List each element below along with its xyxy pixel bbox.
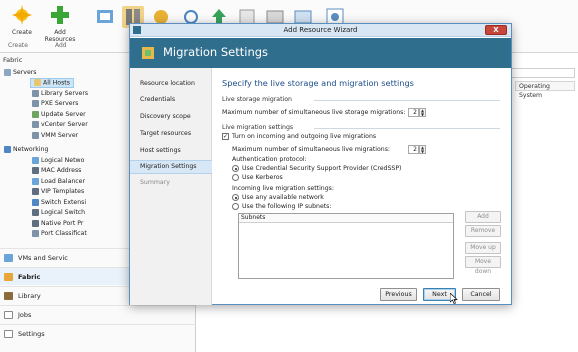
live-migration-divider <box>314 128 500 129</box>
live-migration-section-label: Live migration settings <box>222 124 294 131</box>
logical-switch-icon <box>32 208 39 216</box>
tree-item-port-classifications[interactable]: Port Classificat <box>32 229 87 239</box>
tree-item-servers[interactable]: Servers <box>4 68 37 78</box>
subnets-list[interactable]: Subnets <box>238 213 454 279</box>
tree-item-library-servers[interactable]: Library Servers <box>32 89 88 99</box>
add-resources-label: Add Resources <box>44 29 76 43</box>
tree-item-vmm-server[interactable]: VMM Server <box>32 131 78 141</box>
tree-item-all-hosts[interactable]: All Hosts <box>30 78 74 88</box>
plus-icon <box>51 6 69 24</box>
add-resource-wizard: Add Resource Wizard X Migration Settings… <box>129 23 512 305</box>
vms-icon <box>4 254 13 262</box>
enable-live-migration-label[interactable]: Turn on incoming and outgoing live migra… <box>232 133 376 140</box>
create-label: Create <box>12 29 32 36</box>
auth-protocol-label: Authentication protocol: <box>232 156 307 163</box>
tree-item-mac-address[interactable]: MAC Address <box>32 166 81 176</box>
mouse-cursor-icon <box>450 293 458 304</box>
ribbon-group-create: Create <box>8 42 28 49</box>
tree-item-pxe-servers[interactable]: PXE Servers <box>32 99 78 109</box>
wizard-header: Migration Settings <box>130 38 511 68</box>
close-button[interactable]: X <box>485 25 507 35</box>
step-summary: Summary <box>140 179 170 186</box>
incoming-settings-label: Incoming live migration settings: <box>232 185 334 192</box>
max-live-storage-label: Maximum number of simultaneous live stor… <box>222 109 406 116</box>
max-live-migrations-label: Maximum number of simultaneous live migr… <box>232 146 390 153</box>
step-credentials[interactable]: Credentials <box>130 93 212 107</box>
any-network-label[interactable]: Use any available network <box>242 194 324 201</box>
workspace-jobs[interactable]: Jobs <box>0 305 196 323</box>
vcenter-icon <box>32 120 39 128</box>
switch-extension-icon <box>32 198 39 206</box>
tree-item-networking[interactable]: Networking <box>4 145 48 155</box>
server-icon <box>4 68 11 76</box>
content-heading: Specify the live storage and migration s… <box>222 78 414 88</box>
stepper-arrows-icon[interactable]: ▲ ▼ <box>419 108 426 117</box>
pxe-server-icon <box>32 99 39 107</box>
vmm-server-icon <box>32 131 39 139</box>
auth-credssp-label[interactable]: Use Credential Security Support Provider… <box>242 165 401 172</box>
previous-button[interactable]: Previous <box>380 288 417 301</box>
create-button[interactable]: Create <box>2 4 42 44</box>
any-network-radio[interactable] <box>232 194 239 201</box>
network-icon <box>4 145 11 153</box>
logical-network-icon <box>32 156 39 164</box>
auth-kerberos-label[interactable]: Use Kerberos <box>242 174 283 181</box>
update-server-icon <box>32 110 39 118</box>
wizard-titlebar[interactable]: Add Resource Wizard X <box>130 24 511 37</box>
column-header-operating-system[interactable]: Operating System <box>515 81 575 99</box>
remove-subnet-button[interactable]: Remove <box>465 225 501 237</box>
add-subnet-button[interactable]: Add <box>465 211 501 223</box>
fabric-icon <box>4 273 13 281</box>
port-profile-icon <box>32 219 39 227</box>
max-live-migrations-value[interactable]: 2 <box>408 145 419 154</box>
tree-item-switch-extensions[interactable]: Switch Extensi <box>32 198 86 208</box>
auth-credssp-radio[interactable] <box>232 165 239 172</box>
subnets-column-header: Subnets <box>239 214 453 223</box>
nav-section-title: Fabric <box>3 56 23 64</box>
window-title: Add Resource Wizard <box>283 26 358 34</box>
wizard-steps: Resource location Credentials Discovery … <box>130 68 212 305</box>
jobs-icon <box>4 311 13 319</box>
port-classification-icon <box>32 229 39 237</box>
move-down-button[interactable]: Move down <box>465 256 501 275</box>
add-resources-button[interactable]: Add Resources <box>40 4 80 44</box>
wizard-icon <box>142 47 154 59</box>
step-host-settings[interactable]: Host settings <box>130 144 212 158</box>
overview-icon[interactable] <box>94 6 116 28</box>
auth-kerberos-radio[interactable] <box>232 174 239 181</box>
stepper-arrows-icon[interactable]: ▲ ▼ <box>419 145 426 154</box>
live-storage-divider <box>314 100 500 101</box>
step-target-resources[interactable]: Target resources <box>130 127 212 141</box>
cancel-button[interactable]: Cancel <box>462 288 500 301</box>
sparkle-icon <box>12 5 32 25</box>
tree-item-logical-networks[interactable]: Logical Netwo <box>32 156 84 166</box>
step-resource-location[interactable]: Resource location <box>130 77 212 91</box>
tree-item-update-server[interactable]: Update Server <box>32 110 86 120</box>
tree-item-load-balancers[interactable]: Load Balancer <box>32 177 85 187</box>
ip-subnets-radio[interactable] <box>232 203 239 210</box>
tree-item-logical-switches[interactable]: Logical Switch <box>32 208 85 218</box>
ribbon-group-add: Add <box>55 42 67 49</box>
step-discovery-scope[interactable]: Discovery scope <box>130 110 212 124</box>
workspace-settings[interactable]: Settings <box>0 324 196 342</box>
tree-item-vcenter-server[interactable]: vCenter Server <box>32 120 88 130</box>
step-migration-settings[interactable]: Migration Settings <box>130 160 212 174</box>
enable-live-migration-checkbox[interactable]: ✓ <box>222 133 229 140</box>
move-up-button[interactable]: Move up <box>465 242 501 254</box>
settings-icon <box>4 330 13 338</box>
page-title: Migration Settings <box>163 45 269 59</box>
ip-subnets-label[interactable]: Use the following IP subnets: <box>242 203 332 210</box>
max-live-storage-value[interactable]: 2 <box>408 108 419 117</box>
live-storage-section-label: Live storage migration <box>222 96 292 103</box>
library-server-icon <box>32 89 39 97</box>
library-icon <box>4 292 13 300</box>
tree-item-native-port-profiles[interactable]: Native Port Pr <box>32 219 83 229</box>
load-balancer-icon <box>32 177 39 185</box>
mac-pool-icon <box>32 166 39 174</box>
vip-template-icon <box>32 187 39 195</box>
folder-icon <box>34 79 41 86</box>
tree-item-vip-templates[interactable]: VIP Templates <box>32 187 84 197</box>
